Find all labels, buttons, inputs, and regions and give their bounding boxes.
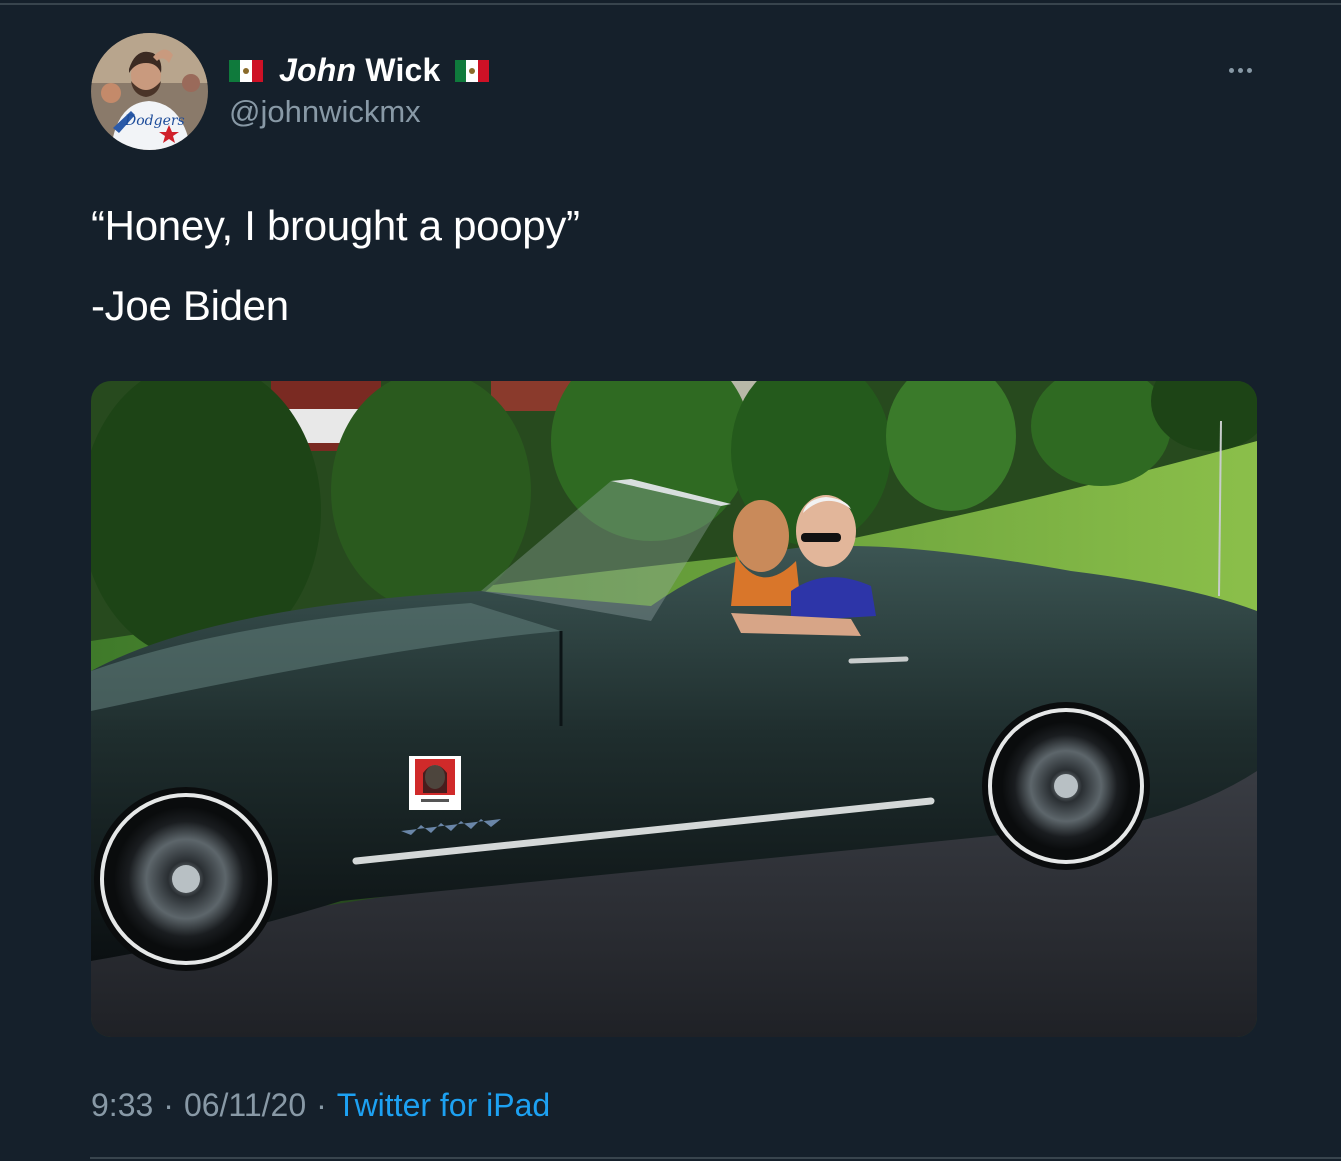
svg-text:Dodgers: Dodgers	[124, 113, 185, 129]
author-handle[interactable]: @johnwickmx	[229, 94, 489, 130]
author-header[interactable]: John Wick @johnwickmx	[229, 50, 489, 130]
profile-avatar[interactable]: Dodgers	[91, 33, 208, 150]
tweet-text: “Honey, I brought a poopy” -Joe Biden	[91, 200, 1251, 360]
tweet-time[interactable]: 9:33	[91, 1087, 153, 1124]
top-divider	[0, 3, 1341, 5]
dot	[1228, 67, 1234, 73]
display-name-first: John	[279, 51, 357, 88]
display-name[interactable]: John Wick	[279, 52, 441, 89]
tweet-text-line-1: “Honey, I brought a poopy”	[91, 202, 580, 249]
meta-separator: ·	[316, 1087, 327, 1123]
mexico-flag-icon	[454, 60, 489, 82]
display-name-last: Wick	[365, 51, 441, 88]
meta-separator: ·	[163, 1087, 174, 1123]
tweet-date[interactable]: 06/11/20	[184, 1087, 306, 1124]
tweet-text-line-2: -Joe Biden	[91, 282, 289, 329]
dot	[1237, 67, 1243, 73]
john-wick-sticker-icon	[409, 756, 461, 810]
tweet-meta: 9:33 · 06/11/20 · Twitter for iPad	[91, 1087, 550, 1124]
dot	[1246, 67, 1252, 73]
tweet-photo[interactable]	[91, 381, 1257, 1037]
mexico-flag-icon	[229, 60, 263, 82]
more-options-icon[interactable]	[1222, 58, 1258, 82]
bottom-divider	[90, 1157, 1341, 1159]
tweet-source-link[interactable]: Twitter for iPad	[337, 1087, 550, 1124]
